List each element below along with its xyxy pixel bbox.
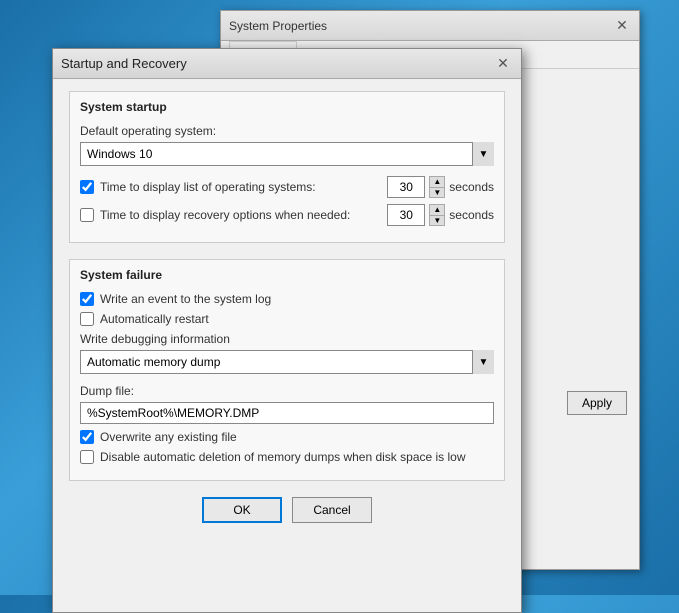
- display-list-up-button[interactable]: ▲: [429, 176, 445, 187]
- write-event-checkbox[interactable]: [80, 292, 94, 306]
- startup-close-button[interactable]: ✕: [493, 54, 513, 74]
- overwrite-checkbox[interactable]: [80, 430, 94, 444]
- startup-recovery-dialog: Startup and Recovery ✕ System startup De…: [52, 48, 522, 613]
- ok-button[interactable]: OK: [202, 497, 282, 523]
- display-list-label: Time to display list of operating system…: [100, 180, 381, 194]
- overwrite-label: Overwrite any existing file: [100, 430, 494, 444]
- display-list-down-button[interactable]: ▼: [429, 187, 445, 198]
- system-failure-title: System failure: [80, 268, 494, 282]
- display-recovery-down-button[interactable]: ▼: [429, 215, 445, 226]
- dump-file-input[interactable]: [80, 402, 494, 424]
- disable-auto-checkbox[interactable]: [80, 450, 94, 464]
- display-list-seconds: seconds: [449, 180, 494, 194]
- overwrite-row: Overwrite any existing file: [80, 430, 494, 444]
- system-properties-title: System Properties: [229, 19, 613, 33]
- default-os-dropdown-wrap: Windows 10 ▼: [80, 142, 494, 166]
- display-recovery-spinner: ▲ ▼ seconds: [387, 204, 494, 226]
- display-list-input[interactable]: [387, 176, 425, 198]
- display-recovery-spinner-buttons: ▲ ▼: [429, 204, 445, 226]
- display-list-checkbox[interactable]: [80, 180, 94, 194]
- dump-file-label: Dump file:: [80, 384, 494, 398]
- write-debugging-label: Write debugging information: [80, 332, 494, 346]
- disable-auto-row: Disable automatic deletion of memory dum…: [80, 450, 494, 464]
- auto-restart-checkbox[interactable]: [80, 312, 94, 326]
- display-list-spinner: ▲ ▼ seconds: [387, 176, 494, 198]
- debug-dropdown-wrap: Automatic memory dump ▼: [80, 350, 494, 374]
- display-recovery-input[interactable]: [387, 204, 425, 226]
- display-recovery-checkbox[interactable]: [80, 208, 94, 222]
- display-recovery-row: Time to display recovery options when ne…: [80, 204, 494, 226]
- apply-button[interactable]: Apply: [567, 391, 627, 415]
- write-event-label: Write an event to the system log: [100, 292, 494, 306]
- default-os-label: Default operating system:: [80, 124, 494, 138]
- write-event-row: Write an event to the system log: [80, 292, 494, 306]
- system-startup-title: System startup: [80, 100, 494, 114]
- startup-recovery-titlebar: Startup and Recovery ✕: [53, 49, 521, 79]
- system-failure-group: System failure Write an event to the sys…: [69, 259, 505, 481]
- system-properties-titlebar: System Properties ✕: [221, 11, 639, 41]
- display-recovery-label: Time to display recovery options when ne…: [100, 208, 381, 222]
- display-list-row: Time to display list of operating system…: [80, 176, 494, 198]
- cancel-button[interactable]: Cancel: [292, 497, 372, 523]
- auto-restart-row: Automatically restart: [80, 312, 494, 326]
- display-list-spinner-buttons: ▲ ▼: [429, 176, 445, 198]
- startup-recovery-title: Startup and Recovery: [61, 56, 493, 71]
- debug-dropdown[interactable]: Automatic memory dump: [80, 350, 494, 374]
- startup-body: System startup Default operating system:…: [53, 79, 521, 535]
- dialog-footer: OK Cancel: [69, 497, 505, 523]
- system-properties-close-button[interactable]: ✕: [613, 17, 631, 35]
- default-os-dropdown[interactable]: Windows 10: [80, 142, 494, 166]
- disable-auto-label: Disable automatic deletion of memory dum…: [100, 450, 494, 464]
- display-recovery-seconds: seconds: [449, 208, 494, 222]
- display-recovery-up-button[interactable]: ▲: [429, 204, 445, 215]
- auto-restart-label: Automatically restart: [100, 312, 494, 326]
- system-startup-group: System startup Default operating system:…: [69, 91, 505, 243]
